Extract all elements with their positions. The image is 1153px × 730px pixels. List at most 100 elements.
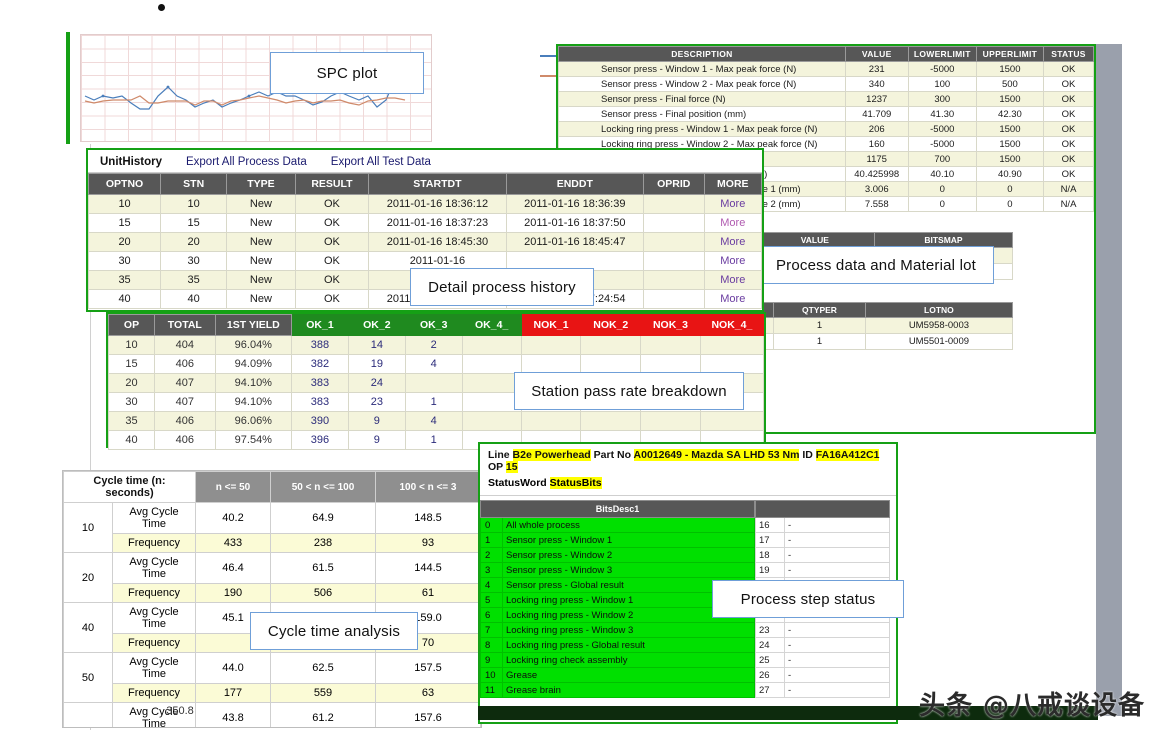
cycle-time-freq-1: 238: [270, 533, 376, 553]
pr-nok2: [580, 354, 642, 374]
cycle-time-avg-1: 62.5: [270, 652, 376, 684]
scroll-gutter[interactable]: [1096, 44, 1122, 716]
uh-stn: 35: [160, 270, 228, 290]
uh-type: New: [226, 232, 296, 252]
bit-number: 18: [755, 547, 785, 563]
col-total: TOTAL: [154, 314, 216, 336]
uh-oprid: [643, 251, 705, 271]
pr-ok2: 14: [347, 335, 406, 355]
tab-unit-history[interactable]: UnitHistory: [100, 156, 162, 168]
callout-process-data: Process data and Material lot: [758, 246, 994, 284]
pd-status: N/A: [1042, 196, 1094, 212]
pd-value: 7.558: [844, 196, 909, 212]
col-ok-4: OK_4_: [461, 314, 522, 336]
bit-row: 26-: [755, 667, 890, 683]
col-upperlimit: UPPERLIMIT: [975, 46, 1044, 62]
pr-total: 404: [154, 335, 216, 355]
cycle-time-op: 10: [63, 502, 113, 553]
uh-startdt: 2011-01-16 18:45:30: [368, 232, 507, 252]
bit-row: 16-: [755, 517, 890, 533]
pd-upperlimit: 0: [975, 196, 1044, 212]
bit-number: 3: [480, 562, 503, 578]
pr-total: 407: [154, 392, 216, 412]
pr-yield: 97.54%: [214, 430, 293, 450]
pd-lowerlimit: 40.10: [907, 166, 977, 182]
pr-ok2: 9: [347, 430, 406, 450]
table-row: Sensor press - Window 1 - Max peak force…: [558, 61, 1094, 77]
table-row: Sensor press - Final position (mm) 41.709…: [558, 106, 1094, 122]
lot-qtyper: 1: [773, 317, 866, 334]
more-link[interactable]: More: [720, 217, 745, 229]
uh-result: OK: [294, 232, 370, 252]
bucket-2: 50 < n <= 100: [270, 471, 376, 503]
more-link[interactable]: More: [720, 255, 745, 267]
pr-ok3: 1: [404, 430, 463, 450]
pd-description: Sensor press - Final position (mm): [558, 106, 846, 122]
pr-op: 30: [107, 392, 156, 412]
table-row: 15 406 94.09% 382 19 4: [107, 354, 765, 374]
bit-number: 26: [755, 667, 785, 683]
more-link[interactable]: More: [720, 198, 745, 210]
pr-nok1: [520, 411, 582, 431]
uh-oprid: [643, 270, 705, 290]
pd-description: Sensor press - Window 2 - Max peak force…: [558, 76, 846, 92]
pd-value: 3.006: [844, 181, 909, 197]
bit-number: 9: [480, 652, 503, 668]
pd-value: 340: [844, 76, 909, 92]
col-bitsdesc1: BitsDesc1: [480, 500, 755, 518]
table-row: Locking ring press - Window 1 - Max peak…: [558, 121, 1094, 137]
pr-ok2: 19: [347, 354, 406, 374]
pr-ok2: 23: [347, 392, 406, 412]
bit-description: Locking ring press - Global result: [502, 637, 755, 653]
callout-spc-plot: SPC plot: [270, 52, 424, 94]
pd-status: N/A: [1042, 181, 1094, 197]
col-description: DESCRIPTION: [558, 46, 846, 62]
pd-value: 1175: [844, 151, 909, 167]
pd-lowerlimit: 100: [907, 76, 977, 92]
cycle-time-avg-0: 46.4: [195, 552, 271, 584]
pr-yield: 96.04%: [214, 335, 293, 355]
uh-stn: 20: [160, 232, 228, 252]
pd-value: 231: [844, 61, 909, 77]
line-label: Line: [488, 449, 510, 461]
pd-lowerlimit: -5000: [907, 121, 977, 137]
export-all-process-data-link[interactable]: Export All Process Data: [186, 156, 307, 168]
bit-number: 2: [480, 547, 503, 563]
pd-lowerlimit: -5000: [907, 61, 977, 77]
bit-description: -: [784, 562, 890, 578]
pr-ok1: 390: [291, 411, 349, 431]
more-link[interactable]: More: [720, 274, 745, 286]
col-status: STATUS: [1042, 46, 1094, 62]
uh-type: New: [226, 289, 296, 309]
more-link[interactable]: More: [720, 236, 745, 248]
bit-description: -: [784, 652, 890, 668]
cycle-time-freq-0: 190: [195, 583, 271, 603]
col-first-yield: 1ST YIELD: [214, 314, 293, 336]
uh-optno: 35: [87, 270, 162, 290]
uh-stn: 40: [160, 289, 228, 309]
col-result: RESULT: [294, 173, 370, 195]
col-bits-blank: [755, 500, 890, 518]
bit-description: -: [784, 682, 890, 698]
pd-upperlimit: 42.30: [975, 106, 1044, 122]
pr-yield: 96.06%: [214, 411, 293, 431]
pr-total: 406: [154, 411, 216, 431]
bit-row: 23-: [755, 622, 890, 638]
uh-result: OK: [294, 194, 370, 214]
cycle-time-row-label: Frequency: [112, 583, 196, 603]
bit-row: 7 Locking ring press - Window 3: [480, 622, 755, 638]
cycle-time-panel: Cycle time (n: seconds) n <= 50 50 < n <…: [62, 470, 482, 728]
pd-status: OK: [1042, 121, 1094, 137]
pr-nok4: [699, 354, 765, 374]
bit-row: 10 Grease: [480, 667, 755, 683]
part-label: Part No: [593, 449, 631, 461]
uh-oprid: [643, 232, 705, 252]
cycle-time-freq-1: 559: [270, 683, 376, 703]
bit-description: -: [784, 517, 890, 533]
op-label: OP: [488, 461, 503, 473]
bit-number: 0: [480, 517, 503, 533]
bit-row: 25-: [755, 652, 890, 668]
bit-row: 11 Grease brain: [480, 682, 755, 698]
more-link[interactable]: More: [720, 293, 745, 305]
export-all-test-data-link[interactable]: Export All Test Data: [331, 156, 431, 168]
